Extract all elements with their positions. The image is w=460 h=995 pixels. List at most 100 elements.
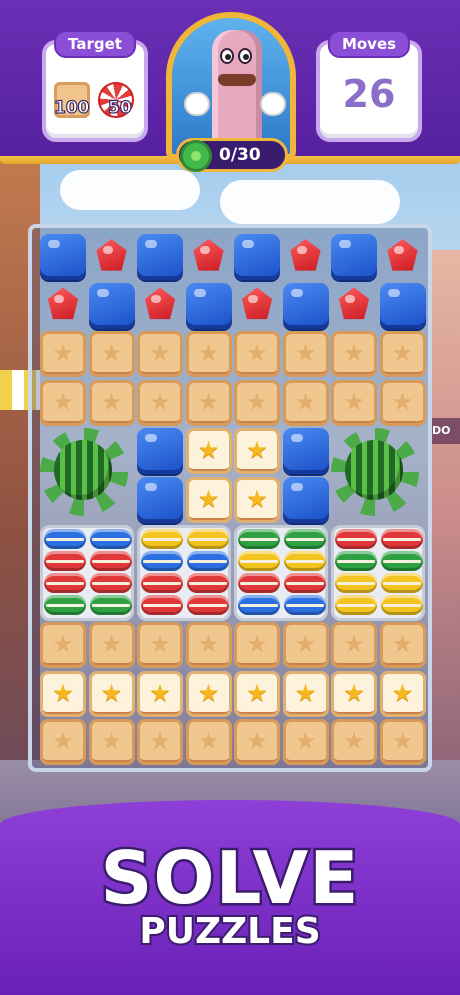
- red-gem[interactable]: [137, 283, 183, 329]
- glove-icon: [260, 92, 286, 116]
- macaron: [238, 595, 280, 615]
- blue-tile[interactable]: [282, 282, 329, 329]
- macaron: [90, 529, 132, 549]
- macaron-stack[interactable]: [40, 525, 134, 621]
- crate[interactable]: ★: [137, 379, 183, 426]
- star-icon: ★: [343, 727, 365, 755]
- star-icon: ★: [100, 387, 123, 416]
- crate[interactable]: ★: [234, 719, 280, 765]
- star-icon: ★: [52, 387, 74, 416]
- blue-tile[interactable]: [331, 234, 377, 280]
- crate[interactable]: ★: [40, 622, 86, 668]
- star-crate[interactable]: ★: [185, 670, 232, 717]
- crate[interactable]: ★: [379, 622, 426, 668]
- crate[interactable]: ★: [379, 331, 426, 377]
- crate[interactable]: ★: [282, 379, 329, 426]
- star-icon: ★: [149, 339, 171, 367]
- crate[interactable]: ★: [379, 719, 426, 765]
- macaron: [187, 551, 229, 571]
- target-crate-count: 100: [53, 97, 90, 118]
- star-icon: ★: [149, 678, 171, 707]
- crate[interactable]: ★: [88, 379, 135, 426]
- crate[interactable]: ★: [234, 379, 280, 426]
- macaron-stack[interactable]: [331, 525, 425, 621]
- crate[interactable]: ★: [282, 622, 329, 668]
- macaron: [335, 595, 377, 615]
- flower-icon: [183, 143, 209, 169]
- red-gem[interactable]: [40, 283, 86, 329]
- crate[interactable]: ★: [282, 719, 329, 765]
- star-icon: ★: [343, 630, 365, 658]
- crate[interactable]: ★: [137, 622, 183, 668]
- star-icon: ★: [391, 630, 414, 658]
- crate[interactable]: ★: [137, 331, 183, 377]
- watermelon[interactable]: [40, 428, 128, 516]
- red-gem[interactable]: [186, 234, 232, 280]
- blue-tile[interactable]: [282, 476, 329, 523]
- macaron: [381, 529, 423, 549]
- blue-tile[interactable]: [137, 428, 183, 474]
- watermelon[interactable]: [331, 428, 419, 516]
- star-icon: ★: [246, 727, 268, 755]
- star-crate[interactable]: ★: [234, 670, 280, 717]
- macaron: [90, 551, 132, 571]
- progress-pill: 0/30: [176, 138, 288, 172]
- crate[interactable]: ★: [185, 622, 232, 668]
- blue-tile[interactable]: [282, 428, 329, 474]
- star-icon: ★: [246, 678, 268, 707]
- macaron-stack[interactable]: [137, 525, 231, 621]
- crate[interactable]: ★: [331, 622, 377, 668]
- crate[interactable]: ★: [282, 331, 329, 377]
- blue-tile[interactable]: [137, 234, 183, 280]
- crate[interactable]: ★: [331, 331, 377, 377]
- star-crate[interactable]: ★: [234, 476, 280, 523]
- macaron: [141, 551, 183, 571]
- star-crate[interactable]: ★: [88, 670, 135, 717]
- blue-tile[interactable]: [185, 282, 232, 329]
- crate[interactable]: ★: [88, 719, 135, 765]
- red-gem[interactable]: [234, 283, 280, 329]
- macaron: [238, 551, 280, 571]
- blue-tile[interactable]: [40, 234, 86, 280]
- crate[interactable]: ★: [185, 719, 232, 765]
- macaron-stack[interactable]: [234, 525, 328, 621]
- macaron: [187, 573, 229, 593]
- macaron: [238, 529, 280, 549]
- red-gem[interactable]: [89, 234, 135, 280]
- crate[interactable]: ★: [234, 331, 280, 377]
- star-crate[interactable]: ★: [282, 670, 329, 717]
- crate[interactable]: ★: [137, 719, 183, 765]
- blue-tile[interactable]: [379, 282, 426, 329]
- crate[interactable]: ★: [88, 622, 135, 668]
- crate[interactable]: ★: [331, 379, 377, 426]
- crate[interactable]: ★: [40, 719, 86, 765]
- star-crate[interactable]: ★: [137, 670, 183, 717]
- crate[interactable]: ★: [88, 331, 135, 377]
- banner-title: SOLVE: [98, 834, 361, 923]
- red-gem[interactable]: [283, 234, 329, 280]
- star-icon: ★: [246, 339, 268, 367]
- blue-tile[interactable]: [137, 476, 183, 523]
- crate[interactable]: ★: [331, 719, 377, 765]
- star-crate[interactable]: ★: [185, 476, 232, 523]
- blue-tile[interactable]: [234, 234, 280, 280]
- crate[interactable]: ★: [40, 331, 86, 377]
- star-crate[interactable]: ★: [185, 428, 232, 474]
- crate[interactable]: ★: [40, 379, 86, 426]
- blue-tile[interactable]: [88, 282, 135, 329]
- macaron: [44, 529, 86, 549]
- crate[interactable]: ★: [185, 331, 232, 377]
- star-crate[interactable]: ★: [234, 428, 280, 474]
- star-crate[interactable]: ★: [379, 670, 426, 717]
- red-gem[interactable]: [331, 283, 377, 329]
- crate[interactable]: ★: [185, 379, 232, 426]
- star-crate[interactable]: ★: [40, 670, 86, 717]
- crate[interactable]: ★: [234, 622, 280, 668]
- star-icon: ★: [246, 484, 268, 513]
- red-gem[interactable]: [380, 234, 426, 280]
- game-board[interactable]: ★ ★ ★ ★ ★ ★ ★ ★ ★ ★ ★ ★ ★ ★ ★ ★ ★ ★ ★ ★ ★ ★ ★ ★ ★ ★ ★ ★ ★ ★ ★ ★ ★ ★ ★ ★ ★ ★ ★ ★…: [28, 224, 432, 772]
- macaron: [141, 595, 183, 615]
- crate[interactable]: ★: [379, 379, 426, 426]
- moves-panel: Moves 26: [316, 30, 422, 142]
- star-crate[interactable]: ★: [331, 670, 377, 717]
